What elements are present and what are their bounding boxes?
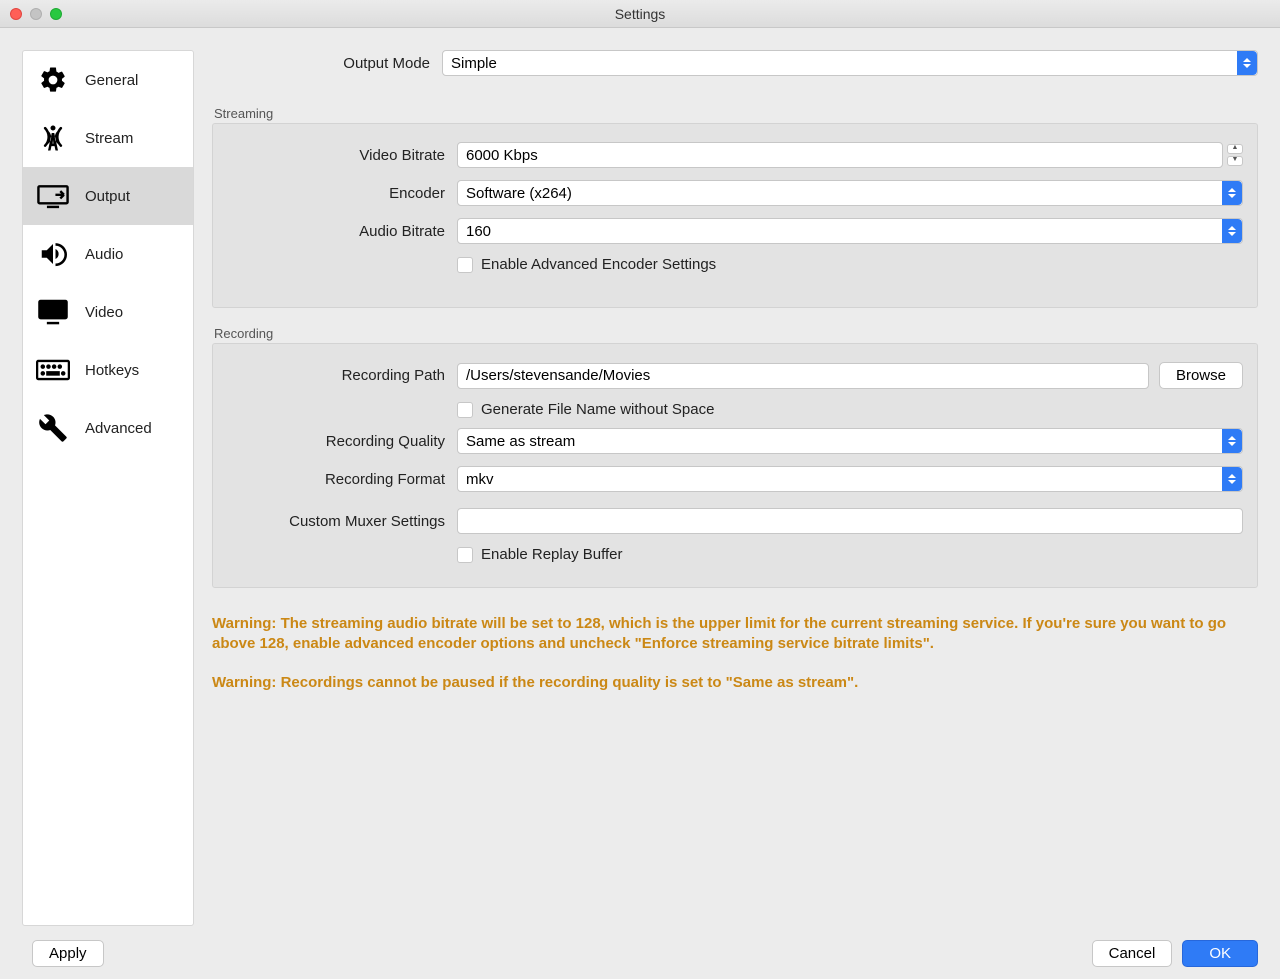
cancel-button[interactable]: Cancel [1092,940,1173,967]
video-bitrate-label: Video Bitrate [227,147,457,164]
streaming-section-header: Streaming [212,106,1258,121]
sidebar-item-video[interactable]: Video [23,283,193,341]
apply-button[interactable]: Apply [32,940,104,967]
sidebar-item-advanced[interactable]: Advanced [23,399,193,457]
warning-text-1: Warning: The streaming audio bitrate wil… [212,614,1258,655]
sidebar-item-label: Output [85,188,130,205]
recording-format-label: Recording Format [227,471,457,488]
footer: Apply Cancel OK [22,926,1258,967]
output-mode-label: Output Mode [212,55,442,72]
content-area: Output Mode Simple Streaming Video Bitra… [212,50,1258,926]
generate-filename-checkbox[interactable] [457,402,473,418]
chevron-updown-icon [1222,181,1242,205]
keyboard-icon [33,355,73,385]
sidebar-item-stream[interactable]: Stream [23,109,193,167]
sidebar-item-label: Advanced [85,420,152,437]
chevron-updown-icon [1222,467,1242,491]
sidebar-item-label: Stream [85,130,133,147]
recording-path-input[interactable] [457,363,1149,389]
sidebar-item-label: Hotkeys [85,362,139,379]
titlebar: Settings [0,0,1280,28]
custom-muxer-label: Custom Muxer Settings [227,513,457,530]
warning-text-2: Warning: Recordings cannot be paused if … [212,673,1258,693]
encoder-label: Encoder [227,185,457,202]
ok-button[interactable]: OK [1182,940,1258,967]
streaming-section: Video Bitrate ▲ ▼ Encoder [212,123,1258,308]
audio-bitrate-label: Audio Bitrate [227,223,457,240]
video-bitrate-input[interactable] [457,142,1223,168]
audio-bitrate-select[interactable]: 160 [457,218,1243,244]
speaker-icon [33,239,73,269]
recording-path-label: Recording Path [227,367,457,384]
sidebar-item-output[interactable]: Output [23,167,193,225]
recording-section-header: Recording [212,326,1258,341]
recording-quality-label: Recording Quality [227,433,457,450]
encoder-select[interactable]: Software (x264) [457,180,1243,206]
generate-filename-label: Generate File Name without Space [481,401,714,418]
sidebar-item-label: Audio [85,246,123,263]
chevron-updown-icon [1222,219,1242,243]
audio-bitrate-value: 160 [466,223,491,240]
tools-icon [33,413,73,443]
chevron-updown-icon [1237,51,1257,75]
custom-muxer-input[interactable] [457,508,1243,534]
stepper-up-icon[interactable]: ▲ [1227,144,1243,154]
enable-advanced-encoder-label: Enable Advanced Encoder Settings [481,256,716,273]
enable-advanced-encoder-checkbox[interactable] [457,257,473,273]
sidebar-item-label: Video [85,304,123,321]
antenna-icon [33,123,73,153]
window-title: Settings [0,6,1280,22]
recording-section: Recording Path Browse Generate File Name… [212,343,1258,588]
chevron-updown-icon [1222,429,1242,453]
sidebar-item-audio[interactable]: Audio [23,225,193,283]
monitor-icon [33,297,73,327]
recording-format-select[interactable]: mkv [457,466,1243,492]
output-icon [33,181,73,211]
browse-button[interactable]: Browse [1159,362,1243,389]
output-mode-select[interactable]: Simple [442,50,1258,76]
encoder-value: Software (x264) [466,185,572,202]
sidebar: General Stream Output Audio [22,50,194,926]
sidebar-item-hotkeys[interactable]: Hotkeys [23,341,193,399]
enable-replay-buffer-label: Enable Replay Buffer [481,546,622,563]
sidebar-item-general[interactable]: General [23,51,193,109]
output-mode-value: Simple [451,55,497,72]
stepper-down-icon[interactable]: ▼ [1227,156,1243,166]
enable-replay-buffer-checkbox[interactable] [457,547,473,563]
warnings: Warning: The streaming audio bitrate wil… [212,614,1258,711]
sidebar-item-label: General [85,72,138,89]
recording-format-value: mkv [466,471,494,488]
recording-quality-select[interactable]: Same as stream [457,428,1243,454]
recording-quality-value: Same as stream [466,433,575,450]
gear-icon [33,65,73,95]
